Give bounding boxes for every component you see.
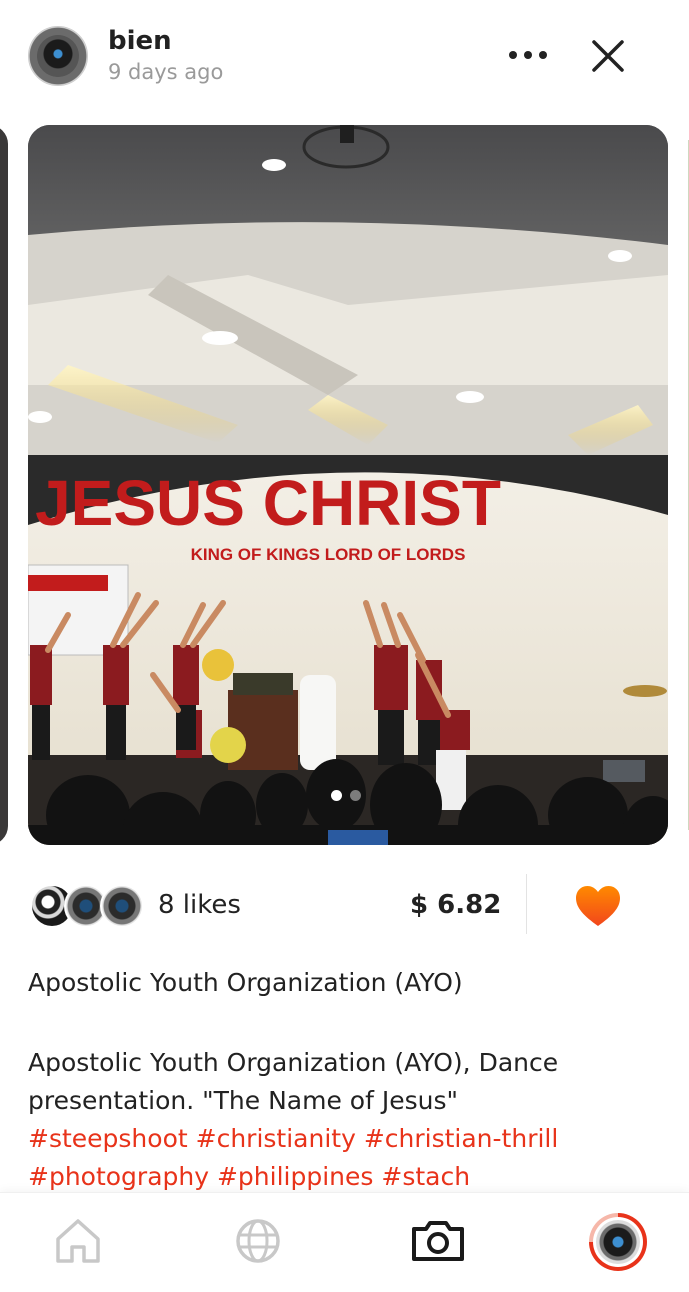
profile-avatar bbox=[596, 1220, 640, 1264]
camera-icon[interactable] bbox=[408, 1215, 468, 1267]
likes-count[interactable]: 8 likes bbox=[158, 890, 241, 920]
author-avatar[interactable] bbox=[28, 26, 88, 86]
post-stats: 8 likes $ 6.82 bbox=[0, 870, 689, 942]
hashtag[interactable]: #christianity bbox=[196, 1124, 356, 1153]
heart-icon[interactable] bbox=[574, 884, 622, 928]
hashtag[interactable]: #stach bbox=[381, 1162, 470, 1191]
post-body-text: Apostolic Youth Organization (AYO), Danc… bbox=[28, 1048, 559, 1115]
globe-icon[interactable] bbox=[232, 1215, 284, 1267]
close-icon[interactable] bbox=[588, 36, 628, 76]
payout-amount[interactable]: $ 6.82 bbox=[410, 890, 501, 920]
hashtag[interactable]: #christian-thrill bbox=[364, 1124, 558, 1153]
carousel-dot-active[interactable] bbox=[331, 790, 342, 801]
banner-main-text: JESUS CHRIST bbox=[35, 467, 501, 539]
carousel-indicator bbox=[331, 790, 361, 801]
more-dots-icon bbox=[509, 51, 517, 59]
stats-divider bbox=[526, 874, 527, 934]
banner-sub-text: KING OF KINGS LORD OF LORDS bbox=[191, 545, 466, 564]
hashtag[interactable]: #philippines bbox=[217, 1162, 373, 1191]
liker-avatar[interactable] bbox=[100, 884, 144, 928]
author-username[interactable]: bien bbox=[108, 26, 172, 56]
hashtag[interactable]: #photography bbox=[28, 1162, 209, 1191]
previous-image-peek[interactable] bbox=[0, 125, 8, 845]
profile-avatar-tab[interactable] bbox=[589, 1213, 647, 1271]
image-carousel[interactable]: JESUS CHRIST KING OF KINGS LORD OF LORDS bbox=[0, 125, 689, 845]
more-options-button[interactable] bbox=[505, 38, 551, 72]
home-icon[interactable] bbox=[52, 1215, 104, 1267]
post-timestamp: 9 days ago bbox=[108, 60, 224, 84]
post-title: Apostolic Youth Organization (AYO) bbox=[28, 968, 463, 997]
hashtag[interactable]: #steepshoot bbox=[28, 1124, 188, 1153]
post-header: bien 9 days ago bbox=[0, 0, 689, 110]
carousel-dot[interactable] bbox=[350, 790, 361, 801]
post-photo[interactable]: JESUS CHRIST KING OF KINGS LORD OF LORDS bbox=[28, 125, 668, 845]
post-body: Apostolic Youth Organization (AYO), Danc… bbox=[28, 1044, 648, 1196]
bottom-tab-bar bbox=[0, 1192, 689, 1292]
